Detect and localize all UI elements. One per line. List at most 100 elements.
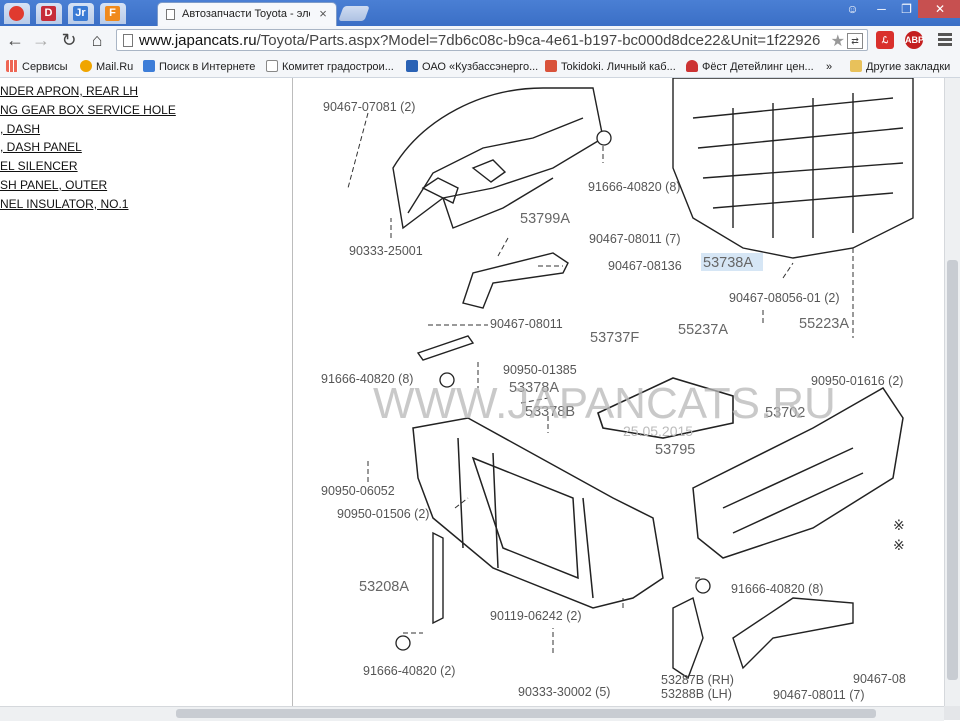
bookmark-mailru[interactable]: Mail.Ru [80, 59, 133, 75]
bookmark-star-icon[interactable]: ★ [831, 31, 845, 51]
part-number-label[interactable]: 90467-08 [853, 672, 906, 686]
note-mark-icon: ※ [893, 518, 905, 534]
part-number-label[interactable]: 90467-07081 (2) [323, 100, 415, 114]
user-icon[interactable]: ☺ [839, 0, 866, 18]
tab-close-icon[interactable]: × [316, 7, 330, 21]
part-number-label[interactable]: 90333-30002 (5) [518, 685, 610, 699]
f-favicon-icon: F [105, 6, 120, 21]
minimize-button[interactable]: ─ [868, 0, 895, 18]
jr-tab[interactable]: Jr [68, 3, 94, 24]
part-number-label[interactable]: 53738A [703, 255, 753, 271]
mailru-icon [80, 60, 92, 72]
bolt-marker-icon [395, 635, 411, 651]
tokidoki-icon [545, 60, 557, 72]
part-number-label[interactable]: 53208A [359, 579, 409, 595]
vertical-scroll-thumb[interactable] [947, 260, 958, 680]
bookmark-kuzbass[interactable]: ОАО «Кузбассэнерго... [406, 59, 538, 75]
bookmarks-overflow[interactable]: » [826, 59, 832, 75]
watermark: WWW.JAPANCATS.RU [373, 379, 836, 428]
kuzbass-icon [406, 60, 418, 72]
new-tab-button[interactable] [338, 6, 370, 21]
part-number-label[interactable]: 90467-08011 [490, 317, 563, 331]
bookmark-services[interactable]: Сервисы [6, 59, 68, 75]
pdf-extension-icon[interactable]: ℒ [876, 31, 894, 49]
car-icon [686, 60, 698, 72]
radiator-support-drawing [412, 417, 664, 609]
youtube-tab[interactable] [4, 3, 30, 24]
part-number-label[interactable]: 53799A [520, 211, 570, 227]
part-number-label[interactable]: 90950-06052 [321, 484, 395, 498]
horizontal-scrollbar[interactable] [0, 706, 944, 721]
part-number-label[interactable]: 90467-08136 [608, 259, 682, 273]
part-link[interactable]: NDER APRON, REAR LH [0, 84, 138, 98]
bracket-lower-right [732, 597, 854, 670]
part-link[interactable]: SH PANEL, OUTER [0, 178, 107, 192]
bolt-marker-icon [596, 130, 612, 146]
bookmark-other[interactable]: Другие закладки [850, 59, 950, 75]
maximize-button[interactable]: ❐ [893, 0, 920, 18]
part-number-label[interactable]: 90467-08056-01 (2) [729, 291, 840, 305]
apron-drawing [392, 87, 604, 230]
bracket-53287b [672, 596, 704, 680]
part-number-label[interactable]: 90467-08011 (7) [773, 688, 865, 702]
page-icon [166, 9, 175, 20]
f-tab[interactable]: F [100, 3, 126, 24]
url-text[interactable]: www.japancats.ru/Toyota/Parts.aspx?Model… [139, 31, 829, 50]
part-link[interactable]: , DASH PANEL [0, 140, 82, 154]
adblock-icon[interactable]: ABP [905, 31, 924, 49]
bracket-53208a [432, 531, 444, 625]
youtube-favicon-icon [9, 6, 24, 21]
apps-grid-icon [6, 60, 18, 72]
part-number-label[interactable]: 55223A [799, 316, 849, 332]
diagram-svg: 90467-07081 (2) 91666-40820 (8) 53799A 9033… [321, 78, 914, 702]
bracket-53738a [462, 252, 569, 309]
part-number-label[interactable]: 53288B (LH) [661, 687, 732, 701]
forward-button[interactable]: → [30, 29, 52, 51]
bookmark-search[interactable]: Поиск в Интернете [143, 59, 255, 75]
part-number-label[interactable]: 90950-01506 (2) [337, 507, 429, 521]
toolbar: ← → ↻ ⌂ www.japancats.ru/Toyota/Parts.as… [0, 26, 960, 57]
part-number-label[interactable]: 90467-08011 (7) [589, 232, 681, 246]
part-number-label[interactable]: 90119-06242 (2) [490, 609, 582, 623]
diagram-date: 25.05.2015 [623, 423, 693, 439]
part-link[interactable]: EL SILENCER [0, 159, 78, 173]
bookmark-tokidoki[interactable]: Tokidoki. Личный каб... [545, 59, 676, 75]
bookmark-detailing[interactable]: Фёст Детейлинг цен... [686, 59, 814, 75]
part-number-label[interactable]: 90333-25001 [349, 244, 423, 258]
part-number-label[interactable]: 55237A [678, 322, 728, 338]
address-bar[interactable]: www.japancats.ru/Toyota/Parts.aspx?Model… [116, 29, 868, 51]
part-number-label[interactable]: 90950-01385 [503, 363, 577, 377]
bolt-marker-icon [695, 578, 711, 594]
parts-diagram: 90467-07081 (2) 91666-40820 (8) 53799A 9033… [293, 78, 944, 706]
part-number-label[interactable]: 53795 [655, 442, 695, 458]
part-link[interactable]: , DASH [0, 122, 40, 136]
page-info-icon[interactable] [123, 34, 133, 47]
search-icon [143, 60, 155, 72]
translate-icon[interactable]: ⇄ [847, 33, 863, 49]
d-favicon-icon: D [41, 6, 56, 21]
part-number-label[interactable]: 53287B (RH) [661, 673, 734, 687]
part-number-label[interactable]: 91666-40820 (8) [731, 582, 823, 596]
back-button[interactable]: ← [4, 29, 26, 51]
page-icon [266, 60, 278, 72]
chrome-menu-icon[interactable] [936, 31, 954, 49]
bar-53737f [416, 335, 475, 361]
part-number-label[interactable]: 91666-40820 (2) [363, 664, 455, 678]
part-link[interactable]: NEL INSULATOR, NO.1 [0, 197, 128, 211]
part-number-label[interactable]: 53737F [590, 330, 639, 346]
horizontal-scroll-thumb[interactable] [176, 709, 876, 718]
parts-list-panel: NDER APRON, REAR LH NG GEAR BOX SERVICE … [0, 78, 293, 706]
d-tab[interactable]: D [36, 3, 62, 24]
vertical-scrollbar[interactable] [944, 78, 960, 706]
home-button[interactable]: ⌂ [86, 29, 108, 51]
bookmarks-bar: Сервисы Mail.Ru Поиск в Интернете Комите… [0, 56, 960, 78]
close-window-button[interactable]: ✕ [918, 0, 960, 18]
bookmark-committee[interactable]: Комитет градострои... [266, 59, 394, 75]
part-link[interactable]: NG GEAR BOX SERVICE HOLE [0, 103, 176, 117]
tab-title: Автозапчасти Toyota - элек [182, 8, 310, 20]
part-number-label[interactable]: 91666-40820 (8) [588, 180, 680, 194]
jr-favicon-icon: Jr [73, 6, 88, 21]
scroll-corner [944, 706, 960, 720]
active-tab[interactable]: Автозапчасти Toyota - элек × [157, 2, 337, 27]
reload-button[interactable]: ↻ [58, 29, 80, 51]
